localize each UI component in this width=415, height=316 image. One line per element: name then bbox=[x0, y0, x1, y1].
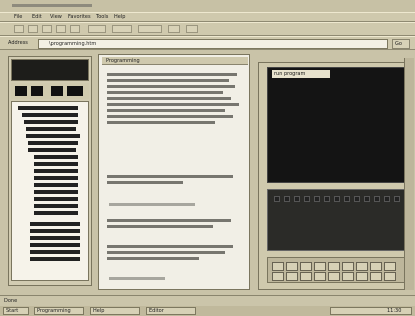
tree-item[interactable] bbox=[34, 204, 78, 208]
back-button[interactable] bbox=[14, 25, 24, 33]
forward-button[interactable] bbox=[28, 25, 38, 33]
print-button[interactable] bbox=[186, 25, 198, 33]
address-input[interactable]: \programming.htm bbox=[38, 39, 388, 49]
left-pane-header bbox=[11, 59, 89, 81]
menu-help[interactable]: Help bbox=[114, 14, 125, 20]
taskbar-item[interactable]: Programming bbox=[34, 307, 84, 315]
tree-item[interactable] bbox=[18, 106, 78, 110]
title-bar bbox=[0, 0, 415, 12]
status-left-text: Done bbox=[4, 298, 18, 304]
status-bar: Done Start Programming Help Editor 11:30 bbox=[0, 295, 415, 316]
mail-button[interactable] bbox=[168, 25, 180, 33]
content-title: Programming bbox=[106, 58, 140, 64]
tree-item[interactable] bbox=[26, 127, 76, 131]
tree-item[interactable] bbox=[34, 162, 78, 166]
tree-item[interactable] bbox=[30, 250, 80, 254]
tree-back-button[interactable] bbox=[15, 86, 27, 96]
tree-item[interactable] bbox=[22, 113, 78, 117]
right-pane: run program bbox=[258, 62, 413, 290]
content-paragraph bbox=[107, 73, 247, 133]
tree-item[interactable] bbox=[30, 229, 80, 233]
menu-file[interactable]: File bbox=[14, 14, 22, 20]
tree-item[interactable] bbox=[34, 197, 78, 201]
search-button[interactable] bbox=[88, 25, 106, 33]
menu-edit[interactable]: Edit bbox=[32, 14, 42, 20]
home-button[interactable] bbox=[70, 25, 80, 33]
tree-print-button[interactable] bbox=[67, 86, 83, 96]
tree-item[interactable] bbox=[30, 236, 80, 240]
keypad bbox=[267, 189, 407, 251]
address-bar: Address \programming.htm Go bbox=[0, 36, 415, 50]
screen-display: run program bbox=[267, 67, 407, 183]
taskbar-item[interactable]: Help bbox=[90, 307, 140, 315]
tree-toolbar bbox=[11, 83, 89, 99]
content-code bbox=[109, 203, 229, 207]
menu-view[interactable]: View bbox=[50, 14, 62, 20]
content-code bbox=[109, 277, 179, 281]
tree-item[interactable] bbox=[34, 155, 78, 159]
menu-favorites[interactable]: Favorites bbox=[68, 14, 91, 20]
refresh-button[interactable] bbox=[56, 25, 66, 33]
favorites-button[interactable] bbox=[112, 25, 132, 33]
menu-bar: File Edit View Favorites Tools Help bbox=[0, 12, 415, 22]
tree-item[interactable] bbox=[34, 211, 78, 215]
history-button[interactable] bbox=[138, 25, 162, 33]
content-paragraph bbox=[107, 245, 247, 267]
tree-item[interactable] bbox=[34, 183, 78, 187]
taskbar-item[interactable]: Editor bbox=[146, 307, 196, 315]
content-pane: Programming bbox=[98, 54, 250, 290]
system-tray: 11:30 bbox=[330, 307, 412, 315]
window-scrollbar[interactable] bbox=[404, 58, 414, 290]
address-label: Address bbox=[8, 40, 28, 46]
tree-item[interactable] bbox=[34, 176, 78, 180]
tree-item[interactable] bbox=[28, 141, 78, 145]
status-grid bbox=[267, 257, 407, 283]
left-pane bbox=[8, 56, 92, 286]
content-paragraph bbox=[107, 175, 247, 191]
toolbar bbox=[0, 22, 415, 36]
main-area: Programming run program bbox=[0, 50, 415, 295]
tree-item[interactable] bbox=[34, 169, 78, 173]
tree-item[interactable] bbox=[26, 134, 80, 138]
tree-item[interactable] bbox=[30, 257, 80, 261]
tree-item[interactable] bbox=[34, 190, 78, 194]
menu-tools[interactable]: Tools bbox=[96, 14, 108, 20]
tree-item[interactable] bbox=[24, 120, 78, 124]
tree-view[interactable] bbox=[11, 101, 89, 281]
start-button[interactable]: Start bbox=[3, 307, 29, 315]
address-go-button[interactable]: Go bbox=[392, 39, 410, 49]
screen-label: run program bbox=[272, 70, 330, 78]
content-paragraph bbox=[107, 219, 247, 235]
content-heading: Programming bbox=[102, 57, 248, 65]
tree-item[interactable] bbox=[30, 222, 80, 226]
tree-item[interactable] bbox=[28, 148, 76, 152]
tree-forward-button[interactable] bbox=[31, 86, 43, 96]
address-value: \programming.htm bbox=[49, 41, 97, 47]
stop-button[interactable] bbox=[42, 25, 52, 33]
tree-home-button[interactable] bbox=[51, 86, 63, 96]
clock: 11:30 bbox=[387, 308, 402, 314]
tree-item[interactable] bbox=[30, 243, 80, 247]
